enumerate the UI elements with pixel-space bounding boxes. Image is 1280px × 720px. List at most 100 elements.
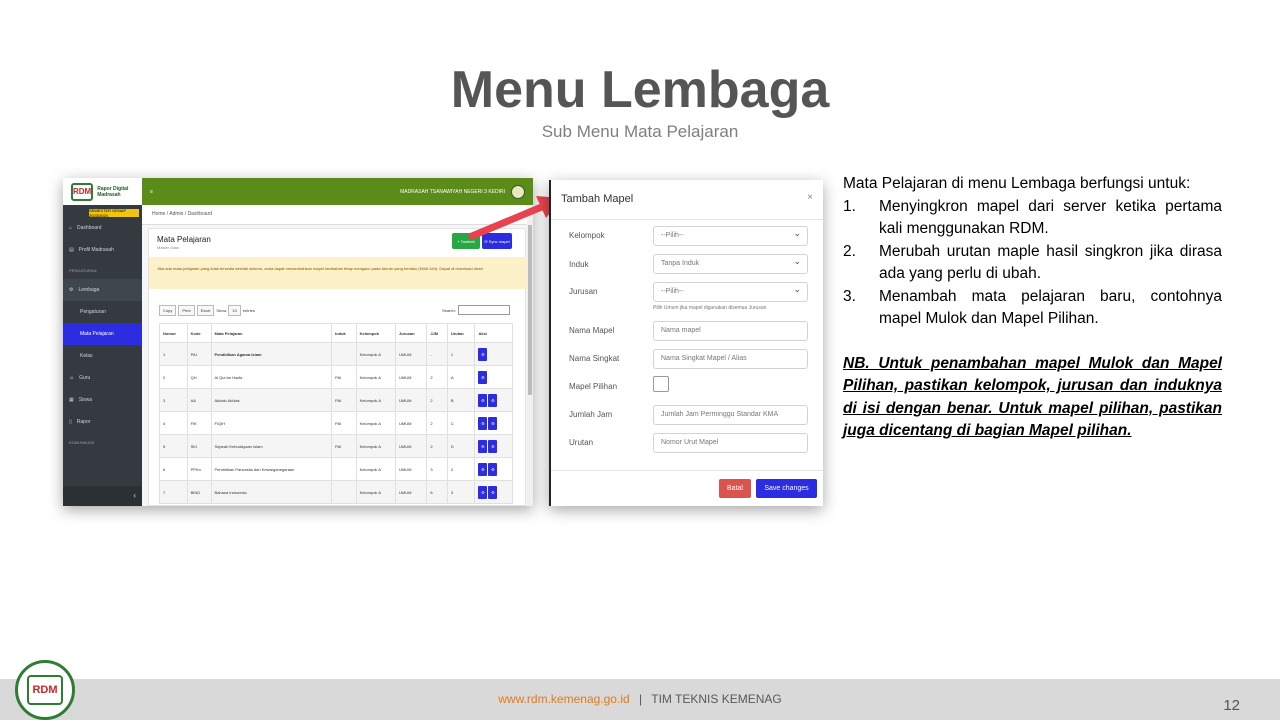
save-changes-button[interactable]: Save changes xyxy=(756,479,817,498)
logo-text: Rapor Digital Madrasah xyxy=(97,185,129,198)
rdm-logo: RDM xyxy=(15,660,75,720)
table-cell: PPKn xyxy=(186,457,212,481)
col-kelompok[interactable]: Kelompok xyxy=(355,323,397,343)
edit-icon[interactable]: ⚙ xyxy=(478,462,488,476)
table-cell: 3 xyxy=(446,480,476,504)
table-cell-actions: ⚙ ⚙ xyxy=(474,434,513,458)
sidebar-item-dashboard[interactable]: ⌂ Dashboard xyxy=(63,217,142,239)
entries-label: entries xyxy=(242,308,255,313)
sidebar-item-siswa[interactable]: ▦ Siswa xyxy=(63,389,142,411)
delete-icon[interactable]: ⚙ xyxy=(488,462,498,476)
menu-toggle-icon[interactable]: ≡ xyxy=(150,189,153,195)
kelompok-select[interactable]: --Pilih-- xyxy=(653,226,808,246)
table-cell xyxy=(331,342,357,366)
induk-label: Induk xyxy=(569,260,589,269)
table-cell: 2 xyxy=(159,365,188,389)
jurusan-label: Jurusan xyxy=(569,287,598,296)
delete-icon[interactable]: ⚙ xyxy=(488,416,498,430)
table-cell-actions: ⚙ xyxy=(474,365,513,389)
table-cell: BIND xyxy=(186,480,212,504)
table-cell: AA xyxy=(186,388,212,412)
list-item: 2. Merubah urutan maple hasil singkron ji… xyxy=(843,242,1222,283)
file-icon: ▯ xyxy=(69,419,72,425)
table-cell: 6 xyxy=(159,457,188,481)
table-cell: PAI xyxy=(331,365,357,389)
sidebar-item-lembaga[interactable]: ⚙ Lembaga xyxy=(63,279,142,301)
edit-icon[interactable]: ⚙ xyxy=(478,485,488,499)
print-button[interactable]: Print xyxy=(178,305,195,316)
footer-link[interactable]: www.rdm.kemenag.go.id xyxy=(498,692,629,706)
sidebar-item-guru[interactable]: ☺ Guru xyxy=(63,367,142,389)
slide-title: Menu Lembaga xyxy=(450,61,830,119)
entries-select[interactable]: 10 xyxy=(228,305,241,316)
urutan-input[interactable]: Nomor Urut Mapel xyxy=(653,433,808,453)
table-cell: 1 xyxy=(446,342,476,366)
table-cell: Kelompok A xyxy=(355,365,397,389)
table-cell: PAI xyxy=(331,434,357,458)
jurusan-select[interactable]: --Pilih-- xyxy=(653,282,808,302)
mapel-pilihan-checkbox[interactable] xyxy=(653,376,669,392)
table-cell: UMUM xyxy=(395,342,428,366)
sidebar-item-rapor[interactable]: ▯ Rapor xyxy=(63,411,142,433)
batal-button[interactable]: Batal xyxy=(719,479,751,498)
table-cell-actions: ⚙ ⚙ xyxy=(474,480,513,504)
copy-button[interactable]: Copy xyxy=(159,305,177,316)
table-cell: UMUM xyxy=(395,434,428,458)
table-cell: D xyxy=(446,434,476,458)
close-icon[interactable]: × xyxy=(807,192,813,203)
nama-mapel-input[interactable]: Nama mapel xyxy=(653,321,808,341)
table-cell xyxy=(331,457,357,481)
col-aksi: Aksi xyxy=(474,323,513,343)
delete-icon[interactable]: ⚙ xyxy=(488,393,498,407)
sidebar-item-pengaturan[interactable]: Pengaturan xyxy=(63,301,142,323)
jumlah-jam-input[interactable]: Jumlah Jam Perminggu Standar KMA xyxy=(653,405,808,425)
table-cell: 6 xyxy=(426,480,448,504)
col-nomor[interactable]: Nomor xyxy=(159,323,188,343)
table-cell: 2 xyxy=(426,388,448,412)
card-title: Mata Pelajaran xyxy=(157,235,211,244)
table-row: 5 SKI Sejarah Kebudayaan Islam PAI Kelompok … xyxy=(159,434,513,458)
edit-icon[interactable]: ⚙ xyxy=(478,439,488,453)
col-jjm[interactable]: JJM xyxy=(426,323,448,343)
slide-subtitle: Sub Menu Mata Pelajaran xyxy=(541,122,739,141)
modal-title: Tambah Mapel xyxy=(551,180,823,220)
sidebar-collapse-button[interactable]: ‹ xyxy=(63,486,142,506)
col-mapel[interactable]: Mata Pelajaran xyxy=(210,323,333,343)
info-alert: Jika ada mata pelajaran yang tidak terse… xyxy=(149,257,527,289)
edit-icon[interactable]: ⚙ xyxy=(478,347,488,361)
gear-icon: ⚙ xyxy=(69,287,74,293)
col-jurusan[interactable]: Jurusan xyxy=(395,323,428,343)
nama-singkat-input[interactable]: Nama Singkat Mapel / Alias xyxy=(653,349,808,369)
edit-icon[interactable]: ⚙ xyxy=(478,370,488,384)
footer-separator: | xyxy=(639,692,643,706)
table-row: 4 FIK FIQIH PAI Kelompok A UMUM 2 C ⚙ ⚙ xyxy=(159,411,513,435)
list-item: 1. Menyingkron mapel dari server ketika p… xyxy=(843,197,1222,238)
sidebar-item-mata-pelajaran[interactable]: Mata Pelajaran xyxy=(63,323,142,345)
col-urutan[interactable]: Urutan xyxy=(446,323,476,343)
table-cell: PAI xyxy=(331,388,357,412)
sidebar-item-kelas[interactable]: Kelas xyxy=(63,345,142,367)
search-input[interactable] xyxy=(457,305,510,315)
page-scrollbar[interactable] xyxy=(527,205,533,506)
table-cell: Kelompok A xyxy=(355,388,397,412)
delete-icon[interactable]: ⚙ xyxy=(488,485,498,499)
table-cell: PAI xyxy=(186,342,212,366)
table-cell: Kelompok A xyxy=(355,457,397,481)
sidebar-heading-pengaturan: PENGATURAN xyxy=(69,267,97,273)
table-cell: Kelompok A xyxy=(355,411,397,435)
excel-button[interactable]: Excel xyxy=(196,305,215,316)
home-icon: ⌂ xyxy=(69,225,73,231)
induk-select[interactable]: Tanpa Induk xyxy=(653,254,808,274)
col-induk[interactable]: Induk xyxy=(331,323,357,343)
edit-icon[interactable]: ⚙ xyxy=(478,416,488,430)
edit-icon[interactable]: ⚙ xyxy=(478,393,488,407)
sidebar-item-profil[interactable]: ▤ Profil Madrasah xyxy=(63,239,142,261)
jumlah-jam-label: Jumlah Jam xyxy=(569,410,613,419)
table-cell: C xyxy=(446,411,476,435)
table-cell: A xyxy=(446,365,476,389)
table-cell xyxy=(331,480,357,504)
sidebar: RDM Rapor Digital Madrasah SEMESTER GENA… xyxy=(63,178,142,506)
nama-mapel-label: Nama Mapel xyxy=(569,326,615,335)
col-kode[interactable]: Kode xyxy=(186,323,212,343)
delete-icon[interactable]: ⚙ xyxy=(488,439,498,453)
